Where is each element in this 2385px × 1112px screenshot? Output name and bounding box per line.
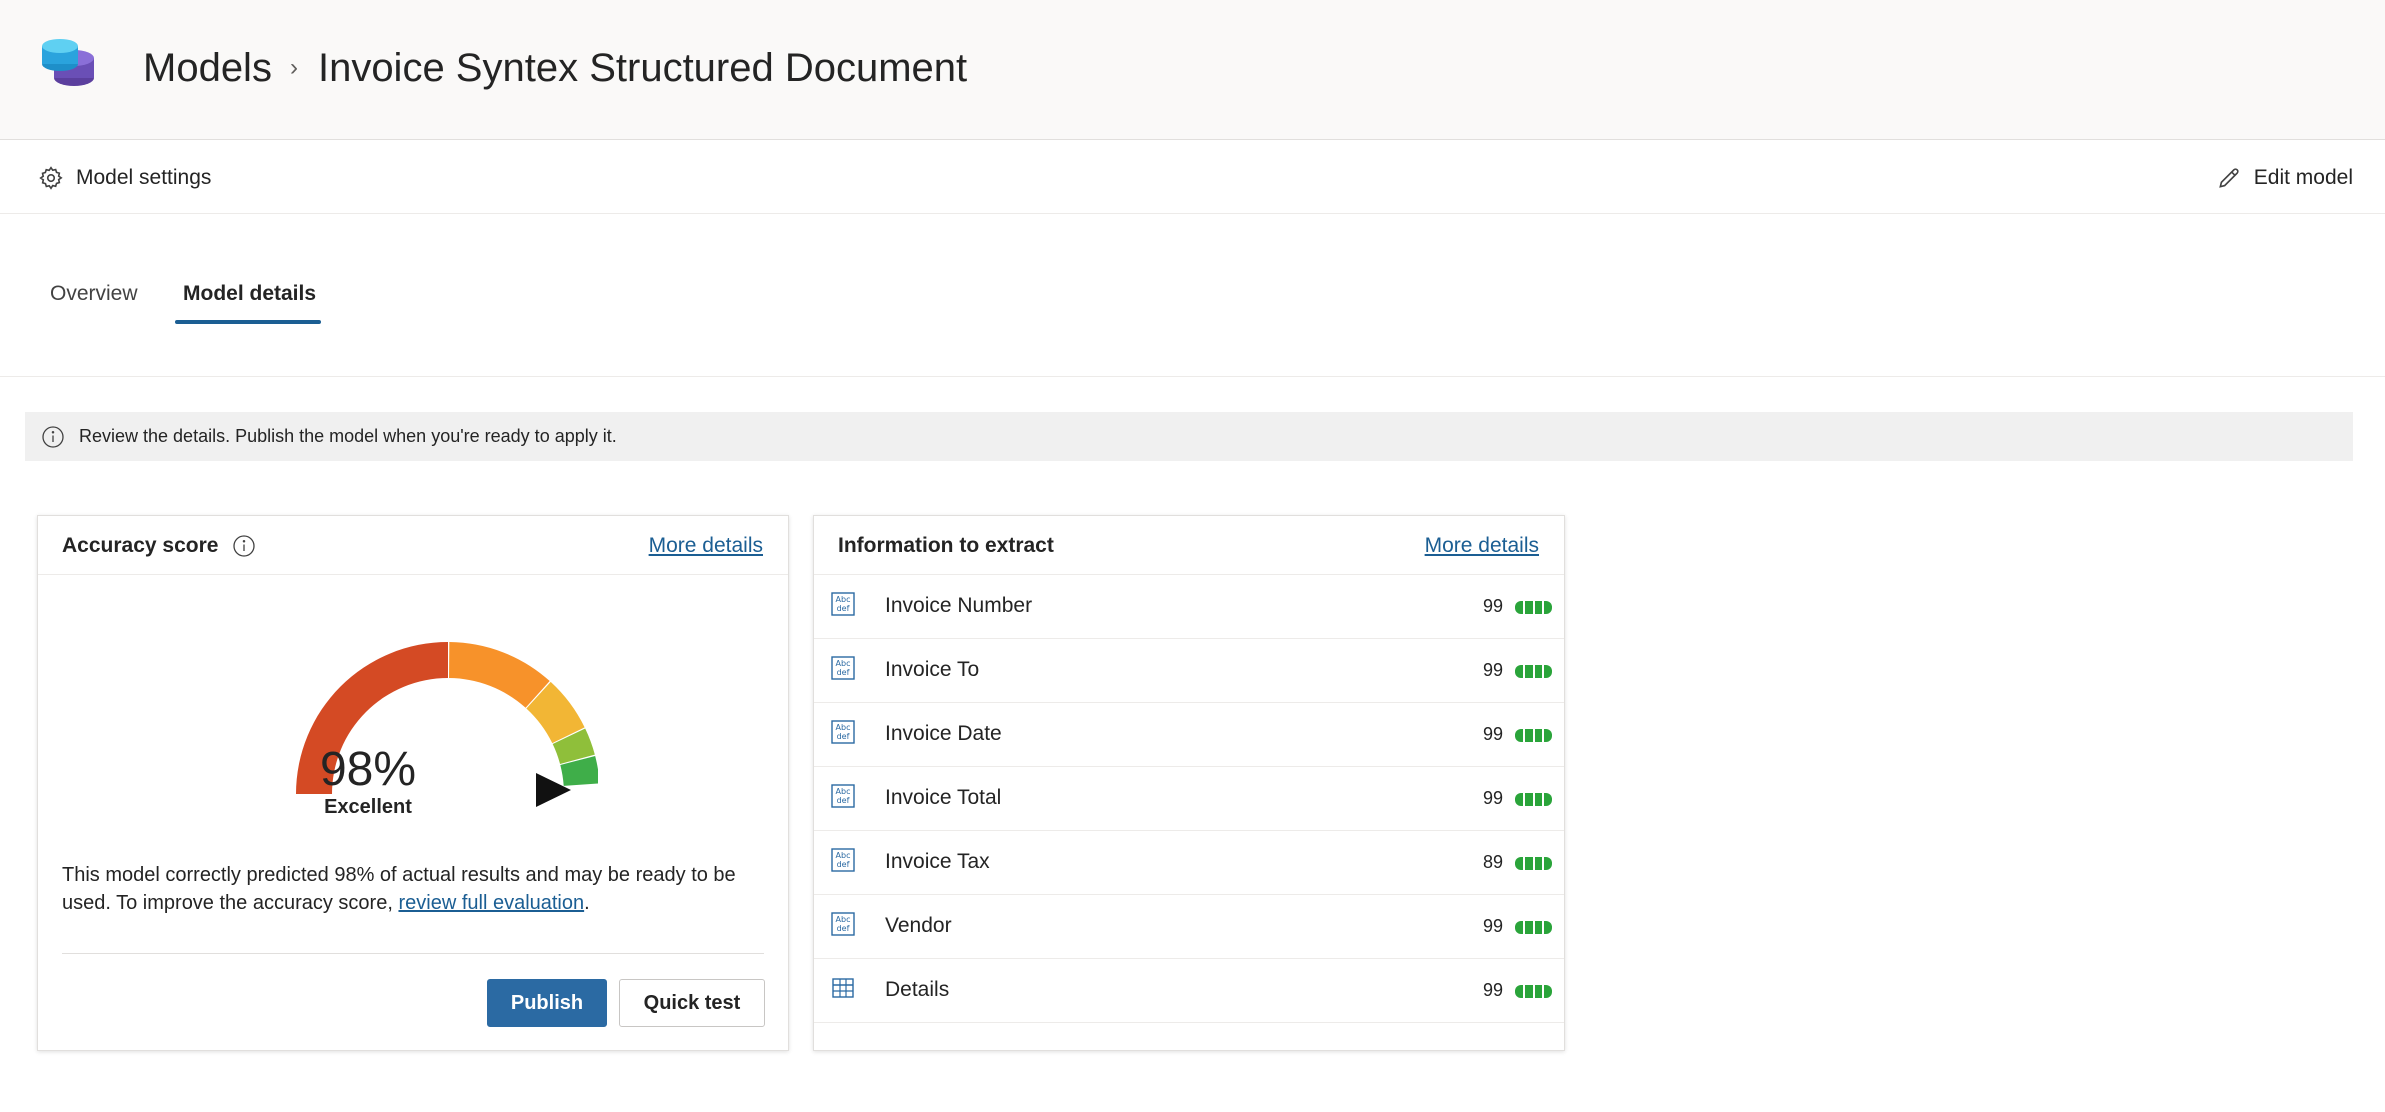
gauge-segment: [449, 642, 550, 708]
svg-text:def: def: [837, 860, 850, 869]
accuracy-rating: Excellent: [324, 796, 412, 818]
accuracy-bars-icon: [1515, 793, 1552, 806]
field-row[interactable]: Abc def Invoice Number 99: [814, 575, 1564, 639]
svg-text:Abc: Abc: [836, 787, 851, 796]
field-accuracy-value: 99: [1482, 660, 1503, 680]
page-title: Invoice Syntex Structured Document: [317, 45, 968, 90]
field-row[interactable]: Abc def Invoice To 99: [814, 639, 1564, 703]
svg-text:Abc: Abc: [836, 723, 851, 732]
svg-text:def: def: [837, 732, 850, 741]
field-accuracy-value: 99: [1482, 724, 1503, 744]
field-name: Invoice Number: [885, 594, 1033, 617]
more-details-link[interactable]: More details: [1425, 534, 1539, 558]
field-accuracy-value: 99: [1482, 916, 1503, 936]
text-field-icon: Abc def: [831, 656, 855, 680]
card-header: Accuracy score More details: [38, 516, 788, 575]
field-row[interactable]: Abc def Invoice Total 99: [814, 767, 1564, 831]
field-row[interactable]: Abc def Invoice Tax 89: [814, 831, 1564, 895]
field-name: Invoice Total: [885, 786, 1002, 809]
more-details-link[interactable]: More details: [649, 534, 763, 558]
accuracy-bars-icon: [1515, 601, 1552, 614]
breadcrumb-models-link[interactable]: Models: [143, 46, 272, 91]
svg-text:Abc: Abc: [836, 915, 851, 924]
syntex-logo-icon: [42, 39, 94, 86]
text-field-icon: Abc def: [831, 720, 855, 744]
info-message-bar: Review the details. Publish the model wh…: [25, 412, 2353, 461]
field-name: Vendor: [885, 914, 952, 937]
accuracy-bars-icon: [1515, 985, 1552, 998]
accuracy-score-card: Accuracy score More details 98% Excellen…: [37, 515, 789, 1051]
svg-text:Abc: Abc: [836, 851, 851, 860]
card-header: Information to extract More details: [814, 516, 1564, 575]
field-name: Invoice Tax: [885, 850, 990, 873]
model-settings-button[interactable]: Model settings: [38, 162, 211, 194]
field-name: Invoice Date: [885, 722, 1002, 745]
field-row[interactable]: Abc def Vendor 99: [814, 895, 1564, 959]
publish-button[interactable]: Publish: [487, 979, 607, 1027]
info-icon[interactable]: [232, 534, 256, 558]
text-field-icon: Abc def: [831, 848, 855, 872]
svg-text:Abc: Abc: [836, 659, 851, 668]
description-suffix: .: [584, 892, 590, 914]
field-accuracy-value: 99: [1482, 980, 1503, 1000]
field-name: Details: [885, 978, 950, 1001]
card-title: Accuracy score: [62, 534, 256, 558]
svg-text:def: def: [837, 796, 850, 805]
accuracy-bars-icon: [1515, 857, 1552, 870]
accuracy-bars-icon: [1515, 921, 1552, 934]
chevron-right-icon: ›: [289, 54, 298, 81]
pencil-icon: [2218, 168, 2239, 188]
review-full-evaluation-link[interactable]: review full evaluation: [398, 892, 584, 914]
gear-icon: [39, 166, 63, 190]
text-field-icon: Abc def: [831, 592, 855, 616]
svg-text:def: def: [837, 668, 850, 677]
accuracy-score-title: Accuracy score: [62, 534, 219, 557]
field-row[interactable]: Abc def Invoice Date 99: [814, 703, 1564, 767]
text-field-icon: Abc def: [831, 912, 855, 936]
tab-list: Overview Model details: [0, 214, 2385, 377]
edit-model-label: Edit model: [2253, 166, 2353, 189]
divider: [62, 953, 764, 954]
command-bar: Model settings Edit model: [0, 141, 2385, 214]
accuracy-percentage: 98%: [319, 743, 417, 796]
tab-overview[interactable]: Overview: [50, 282, 138, 306]
field-accuracy-value: 99: [1482, 788, 1503, 808]
svg-text:def: def: [837, 604, 850, 613]
svg-text:Abc: Abc: [836, 595, 851, 604]
field-name: Invoice To: [885, 658, 980, 681]
extract-card-title: Information to extract: [838, 534, 1054, 557]
accuracy-bars-icon: [1515, 729, 1552, 742]
field-row[interactable]: Details 99: [814, 959, 1564, 1023]
svg-text:def: def: [837, 924, 850, 933]
tab-model-details[interactable]: Model details: [183, 282, 316, 306]
accuracy-description: This model correctly predicted 98% of ac…: [62, 861, 762, 917]
accuracy-bars-icon: [1515, 665, 1552, 678]
info-message-text: Review the details. Publish the model wh…: [79, 426, 617, 446]
field-accuracy-value: 99: [1482, 596, 1503, 616]
selected-tab-indicator: [175, 320, 321, 324]
information-to-extract-card: Information to extract More details Abc d…: [813, 515, 1565, 1051]
app-header: Models › Invoice Syntex Structured Docum…: [0, 0, 2385, 140]
edit-model-button[interactable]: Edit model: [2216, 162, 2353, 194]
table-icon: [831, 976, 855, 1000]
field-accuracy-value: 89: [1482, 852, 1503, 872]
model-settings-label: Model settings: [76, 166, 212, 189]
quick-test-button[interactable]: Quick test: [619, 979, 765, 1027]
breadcrumb: Models › Invoice Syntex Structured Docum…: [143, 44, 967, 92]
text-field-icon: Abc def: [831, 784, 855, 808]
info-icon: [42, 425, 64, 448]
